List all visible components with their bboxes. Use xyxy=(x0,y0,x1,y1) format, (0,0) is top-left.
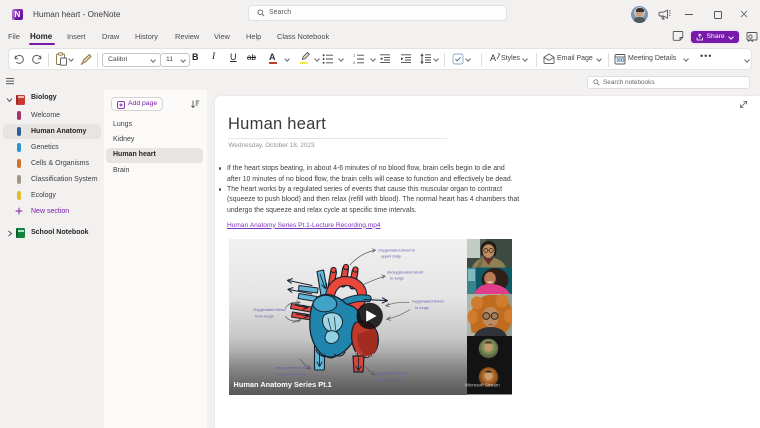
svg-text:to lungs: to lungs xyxy=(415,305,429,310)
svg-text:from lower body: from lower body xyxy=(277,372,306,377)
svg-text:1: 1 xyxy=(353,53,356,58)
svg-text:2: 2 xyxy=(353,60,356,65)
svg-text:oxygenated blood: oxygenated blood xyxy=(375,371,407,376)
svg-text:Microsoft Stream: Microsoft Stream xyxy=(465,383,500,388)
svg-text:A: A xyxy=(490,53,496,63)
svg-text:oxygenated blood: oxygenated blood xyxy=(412,299,444,304)
svg-text:upper body: upper body xyxy=(381,254,402,259)
svg-text:Human Anatomy Series Pt.1: Human Anatomy Series Pt.1 xyxy=(234,380,332,389)
svg-text:to lower body: to lower body xyxy=(378,377,403,382)
svg-text:Oxygenated blood to: Oxygenated blood to xyxy=(378,248,416,253)
svg-text:from lungs: from lungs xyxy=(255,314,274,319)
svg-text:deoxygenated blood: deoxygenated blood xyxy=(387,270,424,275)
svg-text:Oxygenated blood: Oxygenated blood xyxy=(253,307,286,312)
svg-text:to lungs: to lungs xyxy=(390,276,404,281)
